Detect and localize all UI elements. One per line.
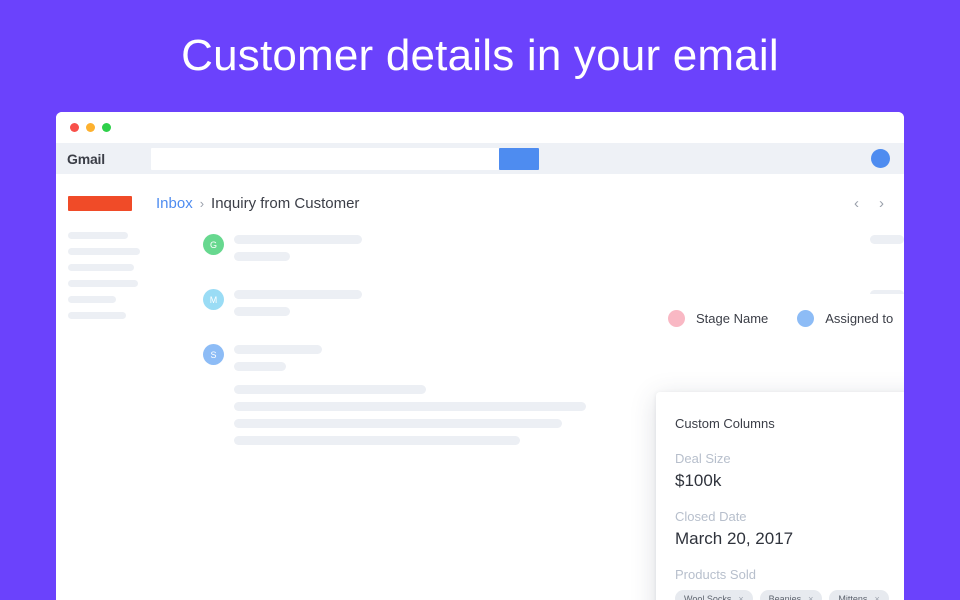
gmail-logo: Gmail (67, 150, 105, 167)
sidebar-item-placeholder[interactable] (68, 232, 128, 239)
close-window-button[interactable] (70, 123, 79, 132)
field-label: Closed Date (675, 509, 747, 524)
minimize-window-button[interactable] (86, 123, 95, 132)
message-snippet-placeholder (234, 252, 290, 261)
message-body-skeleton (234, 342, 586, 445)
product-tag[interactable]: Mittens × (829, 590, 889, 600)
message-body-line (234, 385, 426, 394)
avatar: G (203, 234, 224, 255)
custom-columns-title: Custom Columns (675, 415, 775, 431)
column-header-stage-name[interactable]: Stage Name (696, 311, 768, 326)
window-titlebar (56, 112, 904, 143)
remove-tag-icon[interactable]: × (874, 594, 879, 600)
browser-window: Gmail Inbox › Inquiry from Customer ‹ › (56, 112, 904, 600)
field-label: Deal Size (675, 451, 731, 466)
breadcrumb: Inbox › Inquiry from Customer ‹ › (56, 174, 904, 232)
message-preview-skeleton (234, 287, 362, 316)
list-item[interactable]: G (144, 232, 904, 261)
field-products-sold: Products Sold Wool Socks × Beanies × Mit… (675, 567, 904, 600)
sidebar-item-placeholder[interactable] (68, 248, 140, 255)
zoom-window-button[interactable] (102, 123, 111, 132)
field-label: Products Sold (675, 567, 756, 582)
product-tag-label: Mittens (838, 593, 868, 600)
field-value[interactable]: $100k (675, 471, 904, 491)
sidebar-item-placeholder[interactable] (68, 312, 126, 319)
brand-logo-block (68, 195, 132, 211)
message-snippet-placeholder (234, 307, 290, 316)
remove-tag-icon[interactable]: × (808, 594, 813, 600)
message-body-line (234, 436, 520, 445)
product-tag[interactable]: Beanies × (759, 590, 823, 600)
account-avatar[interactable] (871, 149, 890, 168)
breadcrumb-inbox[interactable]: Inbox (156, 195, 193, 212)
message-sender-placeholder (234, 362, 286, 371)
product-tag-list: Wool Socks × Beanies × Mittens × (675, 590, 904, 600)
message-subject-placeholder (234, 345, 322, 354)
gmail-toolbar: Gmail (56, 143, 904, 174)
product-tag-label: Beanies (768, 593, 802, 600)
timestamp-placeholder (870, 235, 904, 244)
message-body-line (234, 402, 586, 411)
field-closed-date: Closed Date March 20, 2017 (675, 509, 904, 549)
message-subject-placeholder (234, 235, 362, 244)
sidebar-item-placeholder[interactable] (68, 280, 138, 287)
column-header-assigned-to[interactable]: Assigned to (825, 311, 893, 326)
hero-banner: Customer details in your email (0, 0, 960, 112)
field-deal-size: Deal Size $100k (675, 451, 904, 491)
remove-tag-icon[interactable]: × (738, 594, 743, 600)
page-title: Customer details in your email (181, 31, 779, 80)
sidebar-item-placeholder[interactable] (68, 264, 134, 271)
sidebar-skeleton (68, 232, 148, 319)
previous-thread-button[interactable]: ‹ (854, 196, 859, 211)
message-body-line (234, 419, 562, 428)
breadcrumb-separator: › (199, 195, 205, 211)
product-tag-label: Wool Socks (684, 593, 732, 600)
avatar: M (203, 289, 224, 310)
breadcrumb-current: Inquiry from Customer (211, 194, 360, 212)
search-input[interactable] (151, 147, 499, 170)
search-button[interactable] (499, 147, 539, 170)
next-thread-button[interactable]: › (879, 196, 884, 211)
custom-columns-header[interactable]: Custom Columns (675, 414, 904, 432)
stage-name-dot-icon (668, 310, 685, 327)
message-meta (870, 235, 904, 244)
custom-column-headers: Stage Name Assigned to (668, 310, 904, 327)
message-subject-placeholder (234, 290, 362, 299)
message-preview-skeleton (234, 232, 362, 261)
product-tag[interactable]: Wool Socks × (675, 590, 753, 600)
field-value[interactable]: March 20, 2017 (675, 529, 904, 549)
custom-columns-panel: Custom Columns Deal Size $100k Closed Da… (656, 392, 904, 600)
assigned-to-dot-icon (797, 310, 815, 327)
thread-navigation: ‹ › (854, 196, 884, 211)
sidebar-item-placeholder[interactable] (68, 296, 116, 303)
avatar: S (203, 344, 224, 365)
